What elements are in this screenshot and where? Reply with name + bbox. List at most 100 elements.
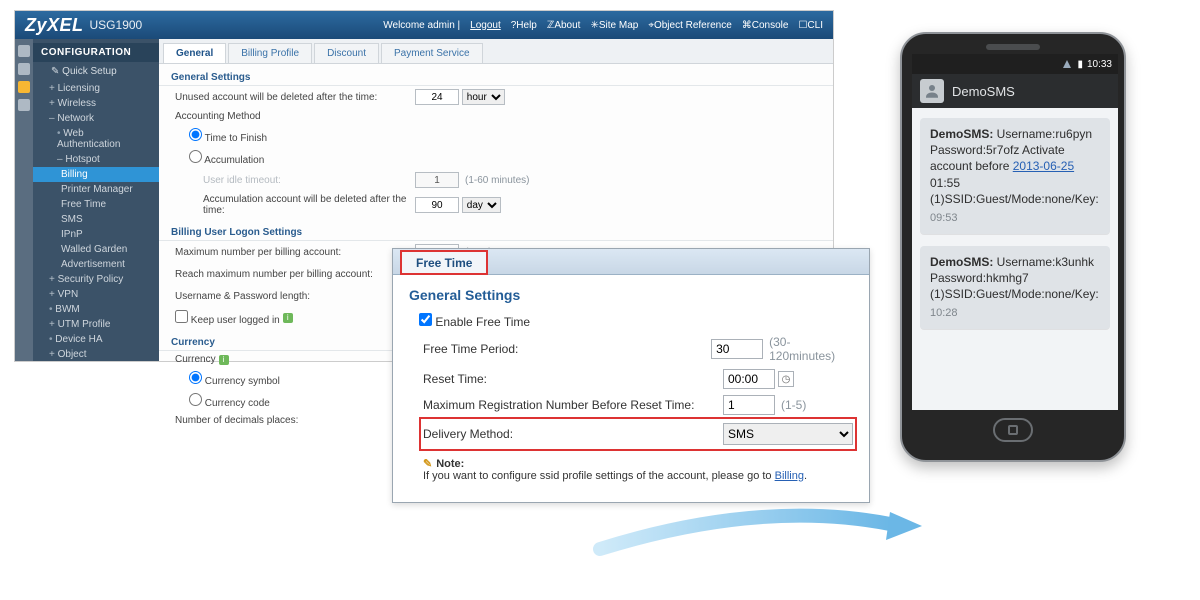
sms-date-link[interactable]: 2013-06-25 bbox=[1013, 159, 1074, 173]
reset-time-label: Reset Time: bbox=[423, 372, 723, 386]
sidebar-item-network[interactable]: Network bbox=[33, 111, 159, 126]
avatar-icon bbox=[920, 79, 944, 103]
sms-timestamp: 10:28 bbox=[930, 306, 1100, 321]
phone-earpiece bbox=[986, 44, 1040, 50]
free-time-period-label: Free Time Period: bbox=[423, 342, 711, 356]
sidebar-item-bwm[interactable]: BWM bbox=[33, 302, 159, 317]
sidebar-item-webauth[interactable]: Web Authentication bbox=[33, 126, 159, 152]
sidebar-item-wireless[interactable]: Wireless bbox=[33, 96, 159, 111]
freetime-panel: Free Time General Settings Enable Free T… bbox=[392, 248, 870, 503]
battery-icon: ▮ bbox=[1077, 59, 1083, 70]
topnav-console[interactable]: ⌘Console bbox=[742, 20, 789, 31]
tab-general[interactable]: General bbox=[163, 43, 226, 63]
sms-timestamp: 09:53 bbox=[930, 211, 1100, 226]
section-logon-settings: Billing User Logon Settings bbox=[159, 219, 833, 241]
tab-discount[interactable]: Discount bbox=[314, 43, 379, 63]
logout-link[interactable]: Logout bbox=[470, 20, 501, 31]
topnav-help[interactable]: ?Help bbox=[511, 20, 537, 31]
model-name: USG1900 bbox=[90, 18, 143, 32]
topnav-about[interactable]: ℤAbout bbox=[547, 20, 581, 31]
section-general-settings: General Settings bbox=[159, 64, 833, 86]
info-icon: i bbox=[283, 313, 293, 323]
sidebar-item-printer[interactable]: Printer Manager bbox=[33, 182, 159, 197]
idle-input bbox=[415, 172, 459, 188]
freetime-tabbar: Free Time bbox=[393, 249, 869, 275]
sidebar-item-sms[interactable]: SMS bbox=[33, 212, 159, 227]
sidebar-item-utm[interactable]: UTM Profile bbox=[33, 317, 159, 332]
sidebar-item-licensing[interactable]: Licensing bbox=[33, 81, 159, 96]
delivery-method-select[interactable]: SMS bbox=[723, 423, 853, 445]
info-icon: i bbox=[219, 355, 229, 365]
sms-title: DemoSMS bbox=[952, 84, 1015, 99]
acct-method-label: Accounting Method bbox=[175, 111, 415, 122]
sidebar-item-object[interactable]: Object bbox=[33, 347, 159, 361]
accum-value-input[interactable] bbox=[415, 197, 459, 213]
idle-label: User idle timeout: bbox=[175, 175, 415, 186]
brand-logo: ZyXEL bbox=[25, 15, 84, 36]
sidebar-item-walled[interactable]: Walled Garden bbox=[33, 242, 159, 257]
phone-screen: ▮ 10:33 DemoSMS DemoSMS: Username:ru6pyn… bbox=[912, 54, 1118, 410]
phone-mockup: ▮ 10:33 DemoSMS DemoSMS: Username:ru6pyn… bbox=[900, 32, 1126, 462]
sms-titlebar: DemoSMS bbox=[912, 74, 1118, 108]
unused-value-input[interactable] bbox=[415, 89, 459, 105]
flow-arrow-icon bbox=[590, 494, 930, 564]
freetime-note: ✎Note: If you want to configure ssid pro… bbox=[423, 457, 853, 482]
currency-symbol-radio[interactable]: Currency symbol bbox=[189, 376, 280, 387]
sidebar-nav: CONFIGURATION ✎ Quick Setup Licensing Wi… bbox=[33, 39, 159, 361]
sms-message-list: DemoSMS: Username:ru6pyn Password:5r7ofz… bbox=[912, 108, 1118, 339]
sidebar-item-freetime[interactable]: Free Time bbox=[33, 197, 159, 212]
enable-free-time-checkbox[interactable]: Enable Free Time bbox=[419, 313, 530, 329]
rail-icon[interactable] bbox=[18, 45, 30, 57]
home-button[interactable] bbox=[993, 418, 1033, 442]
welcome-text: Welcome admin | bbox=[383, 20, 460, 31]
note-icon: ✎ bbox=[423, 458, 432, 470]
sidebar-item-deviceha[interactable]: Device HA bbox=[33, 332, 159, 347]
left-icon-rail bbox=[15, 39, 33, 361]
reset-time-input[interactable] bbox=[723, 369, 775, 389]
acct-time-to-finish-radio[interactable]: Time to Finish bbox=[189, 133, 267, 144]
main-tabs: General Billing Profile Discount Payment… bbox=[159, 39, 833, 64]
quick-setup-link[interactable]: ✎ Quick Setup bbox=[33, 62, 159, 81]
sms-bubble[interactable]: DemoSMS: Username:ru6pyn Password:5r7ofz… bbox=[920, 118, 1110, 234]
tab-billing-profile[interactable]: Billing Profile bbox=[228, 43, 312, 63]
topnav-sitemap[interactable]: ✳Site Map bbox=[590, 20, 638, 31]
phone-time: 10:33 bbox=[1087, 59, 1112, 70]
unused-unit-select[interactable]: hour bbox=[462, 89, 505, 105]
reach-max-label: Reach maximum number per billing account… bbox=[175, 269, 415, 280]
topnav-objref[interactable]: ⌖Object Reference bbox=[648, 20, 731, 31]
max-reg-label: Maximum Registration Number Before Reset… bbox=[423, 398, 723, 412]
rail-icon[interactable] bbox=[18, 63, 30, 75]
tab-free-time[interactable]: Free Time bbox=[401, 251, 487, 274]
sidebar-item-vpn[interactable]: VPN bbox=[33, 287, 159, 302]
sidebar-item-secpolicy[interactable]: Security Policy bbox=[33, 272, 159, 287]
uplen-label: Username & Password length: bbox=[175, 291, 415, 302]
free-time-period-input[interactable] bbox=[711, 339, 763, 359]
decimals-label: Number of decimals places: bbox=[175, 415, 415, 426]
rail-icon-active[interactable] bbox=[18, 81, 30, 93]
currency-label: Currencyi bbox=[175, 354, 415, 365]
sidebar-item-advert[interactable]: Advertisement bbox=[33, 257, 159, 272]
header-topnav: Welcome admin | Logout ?Help ℤAbout ✳Sit… bbox=[383, 20, 823, 31]
rail-icon[interactable] bbox=[18, 99, 30, 111]
sidebar-item-ipnp[interactable]: IPnP bbox=[33, 227, 159, 242]
max-reg-hint: (1-5) bbox=[781, 398, 806, 412]
delivery-method-label: Delivery Method: bbox=[423, 427, 723, 441]
accum-unit-select[interactable]: day bbox=[462, 197, 501, 213]
max-reg-input[interactable] bbox=[723, 395, 775, 415]
currency-code-radio[interactable]: Currency code bbox=[189, 398, 270, 409]
signal-icon bbox=[1063, 60, 1071, 68]
keep-logged-in-checkbox[interactable]: Keep user logged in bbox=[175, 310, 280, 326]
unused-label: Unused account will be deleted after the… bbox=[175, 92, 415, 103]
accum-label: Accumulation account will be deleted aft… bbox=[175, 194, 415, 216]
topnav-cli[interactable]: ☐CLI bbox=[798, 20, 823, 31]
tab-payment-service[interactable]: Payment Service bbox=[381, 43, 483, 63]
sidebar-item-hotspot[interactable]: Hotspot bbox=[33, 152, 159, 167]
idle-hint: (1-60 minutes) bbox=[465, 175, 529, 186]
acct-accumulation-radio[interactable]: Accumulation bbox=[189, 155, 264, 166]
sidebar-item-billing[interactable]: Billing bbox=[33, 167, 159, 182]
billing-link[interactable]: Billing bbox=[775, 470, 804, 482]
router-header: ZyXEL USG1900 Welcome admin | Logout ?He… bbox=[15, 11, 833, 39]
clock-icon[interactable]: ◷ bbox=[778, 371, 794, 387]
phone-statusbar: ▮ 10:33 bbox=[912, 54, 1118, 74]
sms-bubble[interactable]: DemoSMS: Username:k3unhk Password:hkmhg7… bbox=[920, 246, 1110, 329]
